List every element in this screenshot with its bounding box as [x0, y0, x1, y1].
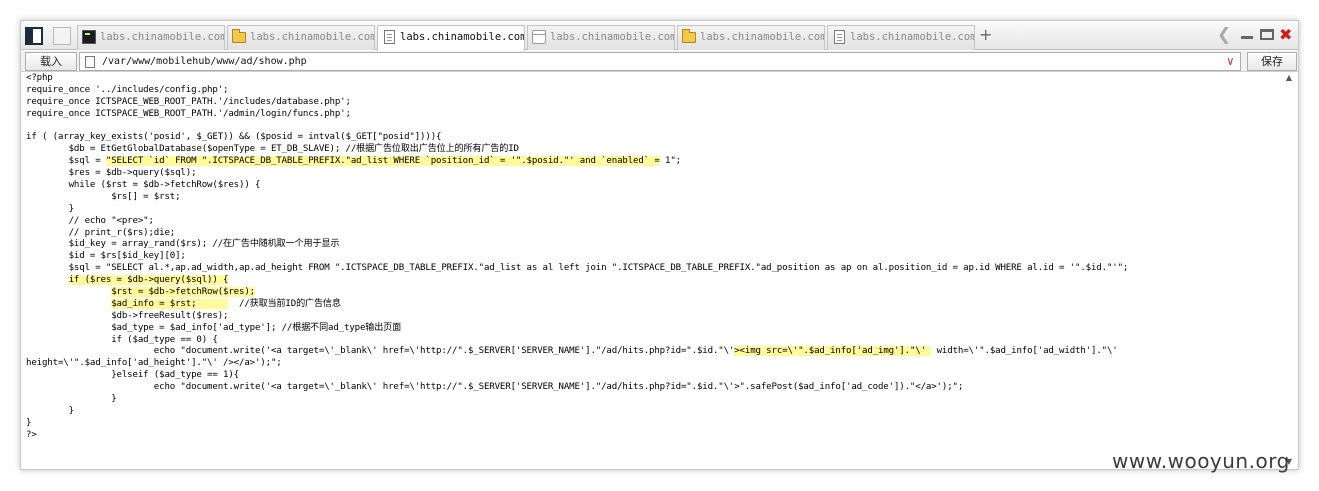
highlighted-code: $rst = $db->fetchRow($res); [111, 287, 255, 298]
code-line: $db->freeResult($res); [26, 310, 229, 321]
tab-label: labs.chinamobile.com [250, 31, 375, 43]
tab-label: labs.chinamobile.com [400, 31, 525, 43]
code-line: } [26, 405, 74, 416]
code-line: $db = EtGetGlobalDatabase($openType = ET… [26, 144, 519, 155]
file-icon [85, 56, 95, 68]
code-line: $res = $db->query($sql); [26, 168, 197, 179]
folder-icon [682, 29, 696, 43]
code-line: // print_r($rs);die; [26, 227, 176, 238]
code-line: if ($ad_type == 0) { [26, 334, 218, 345]
code-line: $rst = $db->fetchRow($res); [26, 287, 1276, 299]
code-editor[interactable]: <?php require_once '../includes/config.ph… [26, 73, 1276, 469]
code-line: if ( (array_key_exists('posid', $_GET)) … [26, 132, 442, 143]
code-line: $sql = "SELECT `id` FROM ".ICTSPACE_DB_T… [26, 156, 1276, 168]
tab-label: labs.chinamobile.com [100, 31, 225, 43]
close-icon[interactable]: ✖ [1279, 26, 1292, 44]
code-text: echo "document.write('<a target=\'_blank… [26, 346, 735, 357]
tab-2[interactable]: labs.chinamobile.com [227, 25, 375, 50]
code-line: $ad_info = $rst; //获取当前ID的广告信息 [26, 298, 1276, 311]
code-line: // echo "<pre>"; [26, 215, 154, 226]
tab-1[interactable]: labs.chinamobile.com [77, 25, 225, 50]
code-line: } [26, 417, 32, 428]
code-line: while ($rst = $db->fetchRow($res)) { [26, 180, 261, 191]
path-bar: 载入 /var/www/mobilehub/www/ad/show.php ∨ … [21, 51, 1298, 72]
tab-5[interactable]: labs.chinamobile.com [677, 25, 825, 50]
code-line: }elseif ($ad_type == 1){ [26, 370, 239, 381]
new-tab-button[interactable]: + [979, 25, 992, 44]
document-icon [384, 30, 395, 44]
tab-label: labs.chinamobile.com [850, 31, 975, 43]
scroll-up-icon[interactable]: ▲ [1286, 73, 1292, 82]
folder-icon [232, 29, 246, 43]
minimize-icon[interactable] [1241, 36, 1253, 39]
terminal-icon [82, 30, 96, 44]
code-text: $sql = [26, 156, 106, 167]
code-line: if ($res = $db->query($sql)) { [26, 275, 1276, 287]
restore-icon[interactable] [1260, 29, 1274, 40]
code-line: echo "document.write('<a target=\'_blank… [26, 382, 964, 393]
code-line: } [26, 203, 74, 214]
path-text: /var/www/mobilehub/www/ad/show.php [102, 56, 307, 67]
code-line: height=\'".$ad_info['ad_height']."\' /><… [26, 358, 282, 369]
save-button[interactable]: 保存 [1247, 52, 1297, 71]
chevron-down-icon[interactable]: ∨ [1227, 53, 1234, 70]
code-line: require_once ICTSPACE_WEB_ROOT_PATH.'/in… [26, 96, 351, 107]
highlighted-code: $ad_info = $rst; [111, 298, 229, 309]
document-icon [834, 30, 845, 44]
tab-label: labs.chinamobile.com [550, 31, 675, 43]
code-line: $id_key = array_rand($rs); //在广告中随机取一个用于… [26, 239, 340, 250]
sidebar-toggle-icon[interactable] [25, 27, 43, 45]
code-text: 1"; [659, 156, 681, 167]
code-line: require_once ICTSPACE_WEB_ROOT_PATH.'/ad… [26, 108, 351, 119]
code-line: } [26, 394, 117, 405]
code-text: width=\'".$ad_info['ad_width']."\' [931, 346, 1118, 357]
window-icon [532, 30, 546, 44]
code-line: $ad_type = $ad_info['ad_type']; //根据不同ad… [26, 322, 402, 333]
blank-tab-icon[interactable] [53, 27, 71, 45]
path-input[interactable]: /var/www/mobilehub/www/ad/show.php ∨ [79, 52, 1241, 71]
tab-3-active[interactable]: labs.chinamobile.com [377, 25, 525, 51]
tab-label: labs.chinamobile.com [700, 31, 825, 43]
code-line: $rs[] = $rst; [26, 191, 181, 202]
code-line: echo "document.write('<a target=\'_blank… [26, 346, 1276, 358]
code-line: <?php [26, 73, 53, 83]
tab-bar: labs.chinamobile.com labs.chinamobile.co… [21, 21, 1298, 51]
chevron-left-icon[interactable]: ❮ [1217, 26, 1231, 44]
highlighted-code: ><img src=\'".$ad_info['ad_img']."\' [734, 346, 932, 357]
code-line: ?> [26, 429, 37, 440]
tab-6[interactable]: labs.chinamobile.com [827, 25, 975, 50]
code-text: //获取当前ID的广告信息 [228, 298, 341, 309]
code-line: $id = $rs[$id_key][0]; [26, 251, 186, 262]
watermark: www.wooyun.org [1112, 449, 1290, 473]
code-line: $sql = "SELECT al.*,ap.ad_width,ap.ad_he… [26, 263, 1129, 274]
editor-window: labs.chinamobile.com labs.chinamobile.co… [20, 20, 1299, 470]
code-line: require_once '../includes/config.php'; [26, 84, 229, 95]
tab-4[interactable]: labs.chinamobile.com [527, 25, 675, 50]
highlighted-code: if ($res = $db->query($sql)) { [68, 275, 229, 286]
highlighted-code: "SELECT `id` FROM ".ICTSPACE_DB_TABLE_PR… [105, 156, 660, 167]
load-button[interactable]: 载入 [25, 52, 77, 71]
